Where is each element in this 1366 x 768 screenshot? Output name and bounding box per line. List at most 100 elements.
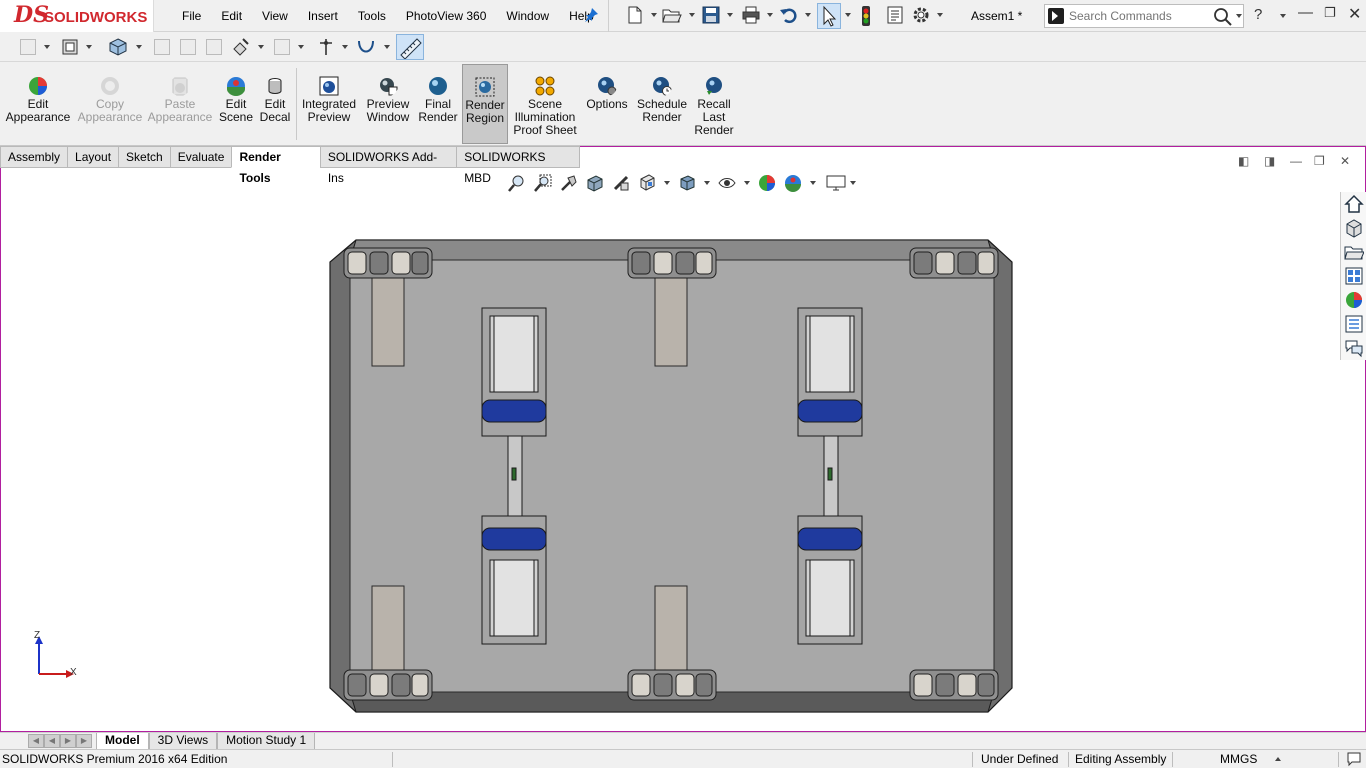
tab-layout[interactable]: Layout (67, 146, 119, 168)
edit-appearance-view-icon[interactable] (758, 174, 776, 192)
section-view-icon[interactable] (586, 174, 604, 192)
tile-right-icon[interactable]: ◨ (1264, 154, 1275, 168)
preview-window-button[interactable]: Preview Window (362, 64, 414, 144)
options-button[interactable]: Options (582, 64, 632, 144)
menu-insert[interactable]: Insert (298, 0, 348, 32)
custom-properties-icon[interactable] (1344, 314, 1364, 334)
undo-icon[interactable] (779, 5, 799, 27)
move-dropdown-icon[interactable] (258, 45, 264, 49)
viewport-minimize-icon[interactable]: — (1290, 154, 1302, 168)
close-icon[interactable]: ✕ (1348, 4, 1361, 24)
display-style-dropdown-icon[interactable] (704, 181, 710, 185)
curve-icon[interactable] (356, 37, 376, 57)
tab-assembly[interactable]: Assembly (0, 146, 68, 168)
previous-view-icon[interactable] (560, 174, 578, 192)
undo-dropdown-icon[interactable] (805, 13, 811, 17)
recall-last-render-button[interactable]: Recall Last Render (692, 64, 736, 144)
dynamic-annotation-icon[interactable] (612, 174, 630, 192)
show-hidden-dropdown-icon[interactable] (298, 45, 304, 49)
assembly-dropdown-icon[interactable] (136, 45, 142, 49)
menu-view[interactable]: View (252, 0, 298, 32)
reference-dropdown-icon[interactable] (342, 45, 348, 49)
hide-show-dropdown-icon[interactable] (744, 181, 750, 185)
minimize-icon[interactable]: — (1298, 4, 1313, 21)
help-dropdown-icon[interactable] (1280, 14, 1286, 18)
help-icon[interactable]: ? (1254, 6, 1262, 23)
apply-scene-icon[interactable] (784, 174, 802, 192)
zoom-to-area-icon[interactable] (534, 174, 552, 192)
mate-icon[interactable] (152, 37, 172, 57)
tab-evaluate[interactable]: Evaluate (169, 146, 232, 168)
integrated-preview-button[interactable]: Integrated Preview (298, 64, 360, 144)
show-hidden-icon[interactable] (272, 37, 292, 57)
options-dropdown-icon[interactable] (937, 13, 943, 17)
print-dropdown-icon[interactable] (767, 13, 773, 17)
view-orientation-icon[interactable] (638, 174, 656, 192)
tab-model[interactable]: Model (96, 733, 149, 750)
apply-scene-dropdown-icon[interactable] (810, 181, 816, 185)
save-icon[interactable] (701, 5, 721, 27)
rebuild-traffic-light-icon[interactable] (859, 5, 873, 27)
reference-geometry-icon[interactable] (316, 37, 336, 57)
menu-edit[interactable]: Edit (211, 0, 252, 32)
scene-illumination-proof-sheet-button[interactable]: Scene Illumination Proof Sheet (510, 64, 580, 144)
status-units[interactable]: MMGS (1220, 752, 1257, 766)
tab-solidworks-add-ins[interactable]: SOLIDWORKS Add-Ins (319, 146, 457, 185)
view-settings-dropdown-icon[interactable] (850, 181, 856, 185)
menu-file[interactable]: File (172, 0, 211, 32)
zoom-to-fit-icon[interactable] (508, 174, 526, 192)
assembly-cube-icon[interactable] (108, 37, 128, 57)
linear-pattern-icon[interactable] (178, 37, 198, 57)
solidworks-forum-icon[interactable] (1344, 338, 1364, 358)
select-dropdown-icon[interactable] (845, 13, 851, 17)
search-commands-input[interactable] (1069, 7, 1209, 25)
viewport-close-icon[interactable]: ✕ (1340, 154, 1350, 168)
menu-tools[interactable]: Tools (348, 0, 396, 32)
tab-solidworks-mbd[interactable]: SOLIDWORKS MBD (456, 146, 580, 185)
view-palette-icon[interactable] (1344, 266, 1364, 286)
search-commands-icon[interactable] (1048, 8, 1064, 24)
menu-photoview[interactable]: PhotoView 360 (396, 0, 497, 32)
menu-window[interactable]: Window (496, 0, 559, 32)
file-properties-icon[interactable] (885, 5, 905, 27)
view-settings-monitor-icon[interactable] (826, 174, 846, 192)
previous-tab-icon[interactable]: ◀ (44, 734, 60, 748)
display-style-icon[interactable] (678, 174, 696, 192)
tab-render-tools[interactable]: Render Tools (231, 146, 320, 185)
next-tab-icon[interactable]: ▶ (60, 734, 76, 748)
smart-fasteners-icon[interactable] (204, 37, 224, 57)
toolbar-dropdown-icon[interactable] (44, 45, 50, 49)
design-library-icon[interactable] (1344, 218, 1364, 238)
tile-left-icon[interactable]: ◧ (1238, 154, 1249, 168)
new-document-icon[interactable] (625, 5, 645, 27)
print-icon[interactable] (741, 5, 761, 27)
appearances-scenes-decals-icon[interactable] (1344, 290, 1364, 310)
edit-scene-button[interactable]: Edit Scene (216, 64, 256, 144)
move-component-icon[interactable] (230, 37, 250, 57)
final-render-button[interactable]: Final Render (416, 64, 460, 144)
schedule-render-button[interactable]: Schedule Render (634, 64, 690, 144)
units-dropdown-icon[interactable] (1275, 757, 1281, 761)
render-region-button[interactable]: Render Region (462, 64, 508, 144)
edit-appearance-button[interactable]: Edit Appearance (4, 64, 72, 144)
tab-motion-study[interactable]: Motion Study 1 (217, 733, 316, 750)
copy-appearance-button[interactable]: Copy Appearance (76, 64, 144, 144)
search-dropdown-icon[interactable] (1236, 14, 1242, 18)
open-folder-icon[interactable] (661, 5, 683, 27)
tab-sketch[interactable]: Sketch (118, 146, 170, 168)
assembly-model-render[interactable] (326, 236, 1018, 716)
status-messages-icon[interactable] (1346, 751, 1362, 768)
restore-icon[interactable]: ❐ (1324, 5, 1336, 21)
solidworks-resources-home-icon[interactable] (1344, 194, 1364, 214)
last-tab-icon[interactable]: ▶ (76, 734, 92, 748)
search-icon[interactable] (1213, 7, 1233, 27)
open-dropdown-icon[interactable] (689, 13, 695, 17)
save-dropdown-icon[interactable] (727, 13, 733, 17)
solidworks-logo[interactable]: DS SOLIDWORKS (0, 0, 154, 32)
options-gear-icon[interactable] (911, 5, 931, 27)
pin-icon[interactable] (582, 7, 600, 25)
view-orientation-dropdown-icon[interactable] (664, 181, 670, 185)
new-dropdown-icon[interactable] (651, 13, 657, 17)
viewport-restore-icon[interactable]: ❐ (1314, 154, 1325, 168)
component-dropdown-icon[interactable] (86, 45, 92, 49)
